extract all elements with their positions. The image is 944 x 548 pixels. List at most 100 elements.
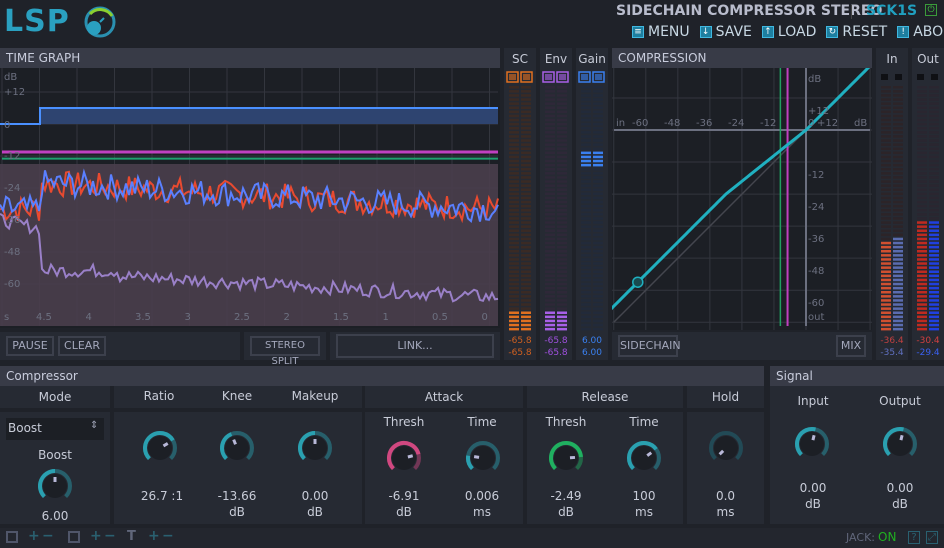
- hold-value: 0.0: [715, 489, 736, 503]
- meter-segment: [929, 196, 939, 200]
- pause-button[interactable]: PAUSE: [6, 336, 54, 356]
- mix-button[interactable]: MIX: [836, 335, 866, 357]
- meter-segment: [917, 147, 927, 150]
- meter-segment: [881, 159, 891, 163]
- meter-segment: [509, 106, 519, 109]
- meter-segment: [929, 311, 939, 314]
- font-plus-button[interactable]: +: [148, 528, 160, 544]
- meter-segment: [509, 241, 519, 245]
- meter-segment: [929, 286, 939, 290]
- about-button[interactable]: !ABOUT: [897, 24, 944, 40]
- meter-segment: [581, 299, 591, 302]
- meter-segment: [893, 196, 903, 200]
- help-icon[interactable]: ?: [908, 531, 920, 544]
- meter-segment: [893, 307, 903, 310]
- mode-panel: Boost ⇕ Boost 6.00: [0, 412, 110, 524]
- sidechain-button[interactable]: SIDECHAIN: [618, 335, 681, 357]
- gain-meter-label: Gain: [578, 52, 606, 66]
- meter-segment: [509, 250, 519, 253]
- meter-segment: [557, 229, 567, 232]
- meter-segment: [881, 204, 891, 208]
- scale-plus-button[interactable]: +: [90, 528, 102, 544]
- knob-pointer: [473, 455, 480, 459]
- meter-segment: [593, 221, 603, 224]
- meter-segment: [593, 229, 603, 232]
- gain-band: [40, 108, 498, 124]
- size-plus-button[interactable]: +: [28, 528, 40, 544]
- meter-segment: [545, 213, 555, 216]
- stereo-split-button[interactable]: STEREO SPLIT: [250, 336, 320, 367]
- meter-segment: [581, 127, 591, 130]
- load-button[interactable]: ↑ LOAD: [761, 24, 816, 40]
- meter-segment: [929, 315, 939, 319]
- makeup-knob[interactable]: [297, 430, 333, 466]
- meter-segment: [593, 213, 603, 216]
- attack-thresh-knob[interactable]: [386, 440, 422, 476]
- meter-segment: [881, 270, 891, 273]
- meter-segment: [581, 90, 591, 93]
- meter-segment: [917, 90, 927, 93]
- release-time-knob[interactable]: [626, 440, 662, 476]
- meter-segment: [929, 131, 939, 134]
- meter-segment: [593, 118, 603, 122]
- meter-segment: [581, 225, 591, 228]
- font-scale-icon[interactable]: T: [127, 529, 136, 544]
- reset-button[interactable]: ↻ RESET: [826, 24, 887, 40]
- meter-segment: [509, 122, 519, 126]
- ratio-knob[interactable]: [142, 430, 178, 466]
- meter-segment: [917, 229, 927, 232]
- release-thresh-knob[interactable]: [548, 440, 584, 476]
- knee-knob[interactable]: [219, 430, 255, 466]
- input-knob[interactable]: [794, 426, 830, 462]
- window-size-icon[interactable]: [6, 531, 18, 543]
- mode-select[interactable]: Boost ⇕: [6, 418, 104, 440]
- x-tick-label: -12: [760, 118, 776, 129]
- size-minus-button[interactable]: −: [42, 528, 54, 544]
- meter-segment: [521, 241, 531, 245]
- meter-segment: [545, 102, 555, 105]
- meter-segment: [509, 94, 519, 97]
- meter-segment: [593, 147, 603, 150]
- save-button[interactable]: ↓ SAVE: [699, 24, 752, 40]
- meter-segment: [593, 188, 603, 191]
- meter-segment: [581, 274, 591, 278]
- x-tick-label: -48: [664, 118, 680, 129]
- meter-segment: [893, 172, 903, 175]
- power-icon[interactable]: ⏻: [925, 4, 937, 16]
- input-label: Input: [797, 394, 829, 408]
- meter-segment: [881, 217, 891, 220]
- meter-segment: [893, 98, 903, 101]
- meter-segment: [881, 266, 891, 269]
- meter-segment: [545, 241, 555, 245]
- meter-segment: [917, 225, 927, 228]
- link-button[interactable]: LINK...: [336, 334, 494, 358]
- clear-button[interactable]: CLEAR: [58, 336, 106, 356]
- meter-segment: [521, 245, 531, 249]
- hold-knob[interactable]: [708, 430, 744, 466]
- y-tick-label: -48: [4, 247, 20, 258]
- meter-segment: [581, 155, 591, 159]
- fullscreen-icon[interactable]: ⤢: [926, 531, 938, 544]
- attack-label: Attack: [424, 390, 464, 404]
- meter-segment: [929, 135, 939, 138]
- meter-segment: [893, 135, 903, 138]
- ui-scale-icon[interactable]: [68, 531, 80, 543]
- menu-button[interactable]: ≡ MENU: [632, 24, 690, 40]
- meter-segment: [929, 241, 939, 245]
- channel-toggle-left-fill: [509, 74, 516, 80]
- meter-segment: [581, 180, 591, 183]
- scale-minus-button[interactable]: −: [104, 528, 116, 544]
- attack-time-knob[interactable]: [465, 440, 501, 476]
- boost-knob[interactable]: [37, 468, 73, 504]
- meter-segment: [581, 176, 591, 179]
- font-minus-button[interactable]: −: [162, 528, 174, 544]
- meter-segment: [557, 127, 567, 130]
- meter-segment: [509, 307, 519, 310]
- meter-segment: [881, 291, 891, 294]
- knee-value: -13.66: [217, 489, 257, 503]
- meter-segment: [929, 282, 939, 286]
- output-knob[interactable]: [882, 426, 918, 462]
- meter-segment: [545, 245, 555, 249]
- meter-segment: [521, 278, 531, 282]
- meter-segment: [881, 311, 891, 314]
